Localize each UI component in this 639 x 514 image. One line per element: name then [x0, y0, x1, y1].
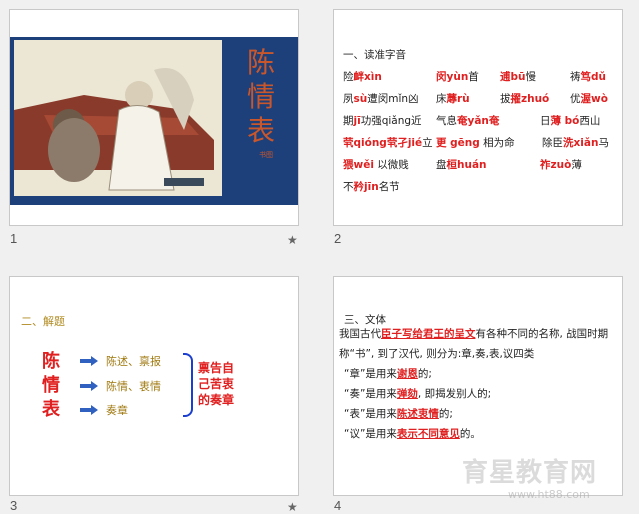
section-heading: 一、读准字音: [343, 49, 406, 61]
word-item: 夙sù遭闵mǐn凶: [343, 93, 419, 105]
watermark: 育星教育网: [462, 458, 598, 488]
word-item: 床蓐rù: [436, 93, 470, 105]
slide-thumbnail-1[interactable]: 陈情表 书图: [9, 9, 299, 226]
word-item: 不矜jīn名节: [343, 181, 400, 193]
slide-number-2: 2: [334, 231, 342, 246]
slide-thumbnail-2[interactable]: 一、读准字音 险衅xìn 闵yùn首 逋bū慢 祷笃dǔ 夙sù遭闵mǐn凶 床…: [333, 9, 623, 226]
animation-star-icon[interactable]: ★: [287, 233, 298, 247]
word-item: 除臣洗xiǎn马: [542, 137, 609, 149]
section-heading: 二、解题: [21, 315, 65, 328]
section-heading: 三、文体: [344, 314, 386, 326]
word-item: 祷笃dǔ: [570, 71, 606, 83]
intro-line: 称“书”, 到了汉代, 则分为:章,奏,表,议四类: [339, 348, 535, 360]
right-brace: [183, 353, 193, 417]
painting-illustration: [14, 40, 222, 196]
word-item: 更 gēng 相为命: [436, 137, 515, 149]
word-item: 茕qióng茕孑jié立: [343, 137, 433, 149]
word-item: 优渥wò: [570, 93, 608, 105]
slide-title: 陈情表: [247, 46, 276, 147]
slide-title: 陈情表: [42, 351, 60, 420]
arrow-right-icon: [80, 356, 98, 366]
word-item: 日薄 bó西山: [540, 115, 601, 127]
animation-star-icon[interactable]: ★: [287, 500, 298, 514]
word-item: 逋bū慢: [500, 71, 536, 83]
word-item: 拔擢zhuó: [500, 93, 550, 105]
definition-line: “议”是用来表示不同意见的。: [344, 428, 481, 440]
word-item: 气息奄yǎn奄: [436, 115, 500, 127]
word-item: 猥wěi 以微贱: [343, 159, 409, 171]
definition-line: “表”是用来陈述衷情的;: [344, 408, 453, 420]
summary-note: 禀告自己苦衷的奏章: [198, 361, 235, 407]
definition-item: 陈述、禀报: [106, 355, 161, 368]
definition-line: “章”是用来谢恩的;: [344, 368, 432, 380]
word-item: 险衅xìn: [343, 71, 382, 83]
word-item: 闵yùn首: [436, 71, 479, 83]
word-item: 盘桓huán: [436, 159, 487, 171]
word-item: 祚zuò薄: [540, 159, 582, 171]
definition-item: 奏章: [106, 404, 128, 417]
definition-line: “奏”是用来弹劾, 即揭发别人的;: [344, 388, 492, 400]
arrow-right-icon: [80, 381, 98, 391]
definition-item: 陈情、衷情: [106, 380, 161, 393]
arrow-right-icon: [80, 405, 98, 415]
slide-number-1: 1: [10, 231, 18, 246]
word-item: 期jī功强qiǎng近: [343, 115, 422, 127]
seal-stamp: 书图: [259, 151, 273, 159]
intro-line: 我国古代臣子写给君王的呈文有各种不同的名称, 战国时期: [339, 328, 609, 340]
watermark-url: www.ht88.com: [508, 488, 590, 501]
